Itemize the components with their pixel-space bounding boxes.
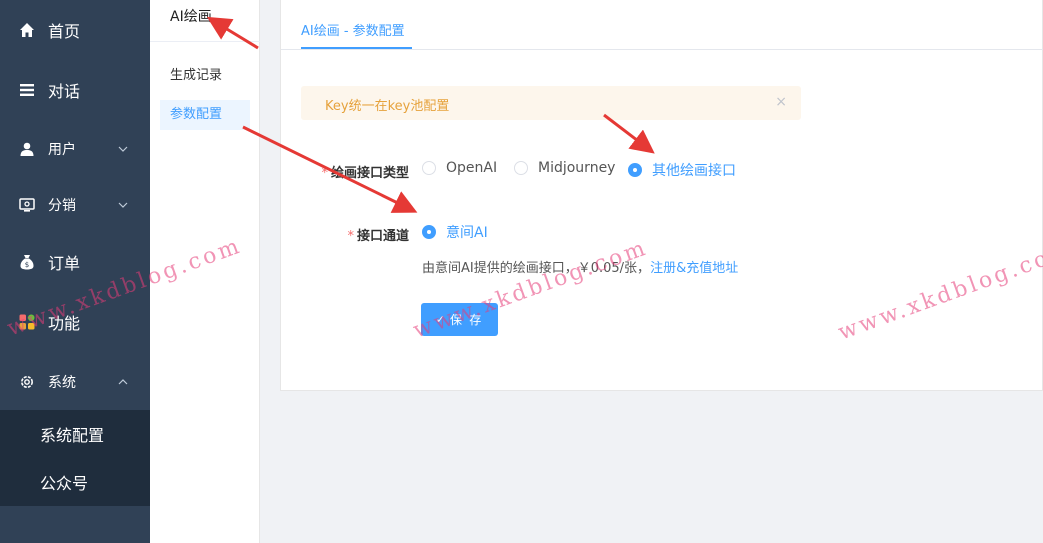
list-icon bbox=[18, 81, 36, 99]
sidebar-item-home[interactable]: 首页 bbox=[0, 2, 150, 58]
close-icon[interactable]: × bbox=[775, 94, 787, 110]
radio-yijian-ai[interactable]: 意间AI bbox=[422, 222, 488, 242]
chevron-up-icon bbox=[116, 375, 130, 389]
sidebar-item-users[interactable]: 用户 bbox=[0, 121, 150, 177]
distribution-icon bbox=[18, 196, 36, 214]
tab-divider bbox=[281, 49, 1043, 50]
sidebar-subitem-official-account[interactable]: 公众号 bbox=[0, 458, 150, 506]
radio-circle-checked bbox=[628, 163, 642, 177]
sidebar-item-label: 对话 bbox=[48, 82, 81, 101]
sidebar-item-label: 首页 bbox=[48, 22, 81, 41]
chevron-down-icon bbox=[116, 142, 130, 156]
sidebar-item-label: 订单 bbox=[48, 254, 81, 273]
money-bag-icon: $ bbox=[18, 253, 36, 271]
sidebar: 首页 对话 用户 分销 $ 订单 功能 系统 系统配置 公众号 bbox=[0, 0, 150, 543]
sidebar-item-system[interactable]: 系统 bbox=[0, 354, 150, 410]
radio-circle bbox=[514, 161, 528, 175]
gear-icon bbox=[18, 373, 36, 391]
submenu-item-param-config[interactable]: 参数配置 bbox=[160, 100, 250, 130]
svg-text:$: $ bbox=[25, 261, 29, 269]
sidebar-item-label: 系统 bbox=[48, 375, 76, 391]
radio-circle bbox=[422, 161, 436, 175]
draw-type-label: * 绘画接口类型 bbox=[321, 166, 409, 181]
sidebar-item-label: 分销 bbox=[48, 198, 76, 214]
sidebar-item-label: 用户 bbox=[48, 142, 76, 158]
sidebar-subitem-system-config[interactable]: 系统配置 bbox=[0, 410, 150, 458]
settings-card: AI绘画 - 参数配置 Key统一在key池配置 × * 绘画接口类型 OpenA… bbox=[280, 0, 1043, 391]
radio-circle-checked bbox=[422, 225, 436, 239]
required-asterisk: * bbox=[347, 229, 354, 244]
tab-param-config[interactable]: AI绘画 - 参数配置 bbox=[301, 20, 405, 48]
alert-text: Key统一在key池配置 bbox=[325, 99, 450, 114]
chevron-down-icon bbox=[116, 198, 130, 212]
radio-other-draw-api[interactable]: 其他绘画接口 bbox=[628, 160, 736, 180]
required-asterisk: * bbox=[321, 166, 328, 181]
register-recharge-link[interactable]: 注册&充值地址 bbox=[650, 261, 738, 276]
home-icon bbox=[18, 21, 36, 39]
radio-midjourney[interactable]: Midjourney bbox=[514, 160, 615, 176]
submenu-item-generation-records[interactable]: 生成记录 bbox=[160, 61, 250, 91]
sidebar-item-distribution[interactable]: 分销 bbox=[0, 177, 150, 233]
info-alert: Key统一在key池配置 × bbox=[301, 86, 801, 120]
sidebar-item-chat[interactable]: 对话 bbox=[0, 62, 150, 118]
submenu-title: AI绘画 bbox=[170, 9, 212, 25]
channel-label: * 接口通道 bbox=[347, 229, 409, 244]
divider bbox=[150, 41, 260, 42]
user-icon bbox=[18, 140, 36, 158]
radio-openai[interactable]: OpenAI bbox=[422, 160, 497, 176]
